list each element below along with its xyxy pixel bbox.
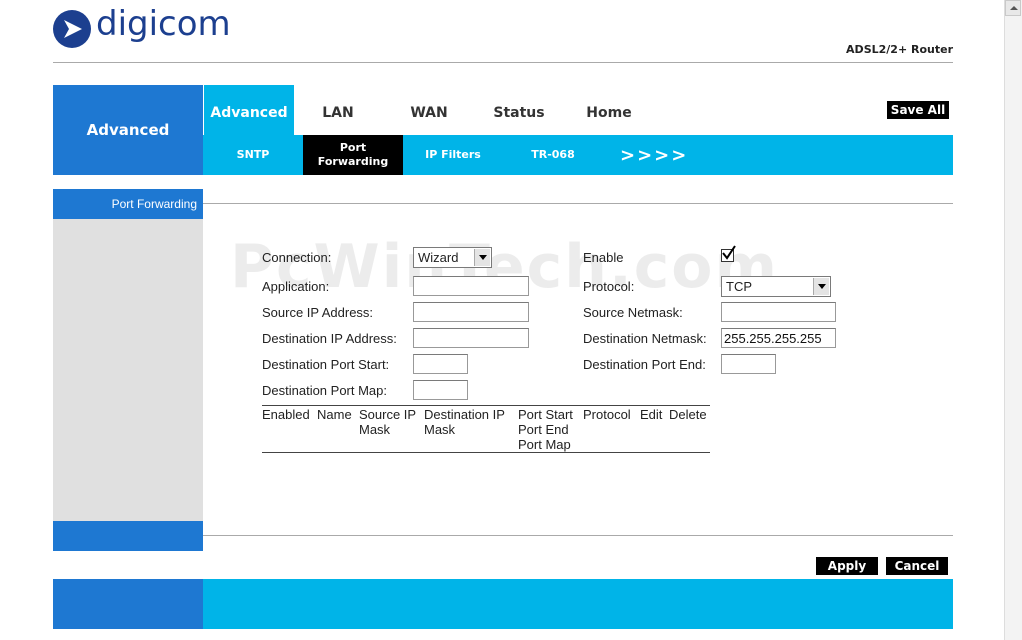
col-port-map-label: Port Map (518, 437, 571, 452)
enable-label: Enable (583, 250, 624, 265)
col-enabled: Enabled (262, 407, 310, 422)
connection-label: Connection: (262, 250, 332, 265)
col-dest-ip-label: Destination IP (424, 407, 505, 422)
content-bottom-divider (203, 535, 953, 536)
more-tabs-button[interactable]: >>>> (620, 135, 688, 175)
apply-button[interactable]: Apply (816, 557, 878, 575)
product-name: ADSL2/2+ Router (846, 43, 953, 56)
tab-wan[interactable]: WAN (390, 100, 468, 126)
tab-advanced[interactable]: Advanced (204, 85, 294, 135)
dest-port-start-input[interactable] (413, 354, 468, 374)
sidebar (53, 189, 203, 551)
vertical-scrollbar[interactable] (1004, 0, 1022, 640)
connection-select[interactable]: Wizard (413, 247, 492, 268)
col-dest-ip: Destination IP Mask (424, 407, 505, 437)
subtab-tr-068[interactable]: TR-068 (513, 135, 593, 175)
subtab-sntp[interactable]: SNTP (213, 135, 293, 175)
section-title: Advanced (53, 85, 203, 175)
dest-netmask-label: Destination Netmask: (583, 331, 707, 346)
subtab-ip-filters[interactable]: IP Filters (413, 135, 493, 175)
footer-bar (203, 579, 953, 629)
dest-port-map-input[interactable] (413, 380, 468, 400)
cancel-button[interactable]: Cancel (886, 557, 948, 575)
digicom-logo-icon (53, 10, 91, 48)
tab-status[interactable]: Status (480, 100, 558, 126)
dest-netmask-input[interactable] (721, 328, 836, 348)
col-protocol: Protocol (583, 407, 631, 422)
application-label: Application: (262, 279, 330, 294)
content-top-divider (203, 203, 953, 204)
col-ports: Port Start Port End Port Map (518, 407, 573, 452)
source-netmask-input[interactable] (721, 302, 836, 322)
col-source-ip-label: Source IP (359, 407, 417, 422)
scroll-up-icon[interactable] (1005, 0, 1021, 16)
chevron-down-icon (474, 249, 490, 266)
sidebar-item-port-forwarding[interactable]: Port Forwarding (53, 189, 203, 219)
table-top-rule (262, 405, 710, 406)
save-all-button[interactable]: Save All (887, 101, 949, 119)
application-input[interactable] (413, 276, 529, 296)
table-bottom-rule (262, 452, 710, 453)
header-divider (53, 62, 953, 63)
protocol-value: TCP (726, 279, 752, 294)
checkmark-icon (722, 245, 736, 260)
brand-logo-text: digicom (96, 4, 231, 44)
col-port-end-label: Port End (518, 422, 569, 437)
dest-port-end-label: Destination Port End: (583, 357, 706, 372)
col-name: Name (317, 407, 352, 422)
dest-ip-label: Destination IP Address: (262, 331, 397, 346)
dest-port-map-label: Destination Port Map: (262, 383, 388, 398)
dest-ip-input[interactable] (413, 328, 529, 348)
dest-port-end-input[interactable] (721, 354, 776, 374)
source-ip-label: Source IP Address: (262, 305, 374, 320)
col-delete: Delete (669, 407, 707, 422)
enable-checkbox[interactable] (721, 245, 736, 262)
tab-home[interactable]: Home (570, 100, 648, 126)
connection-value: Wizard (418, 250, 459, 265)
source-ip-input[interactable] (413, 302, 529, 322)
sidebar-footer (53, 521, 203, 551)
col-edit: Edit (640, 407, 663, 422)
col-source-ip: Source IP Mask (359, 407, 416, 437)
subtab-port-forwarding[interactable]: Port Forwarding (303, 135, 403, 175)
protocol-select[interactable]: TCP (721, 276, 831, 297)
chevron-down-icon (813, 278, 829, 295)
col-dest-mask-label: Mask (424, 422, 456, 437)
tab-lan[interactable]: LAN (300, 100, 376, 126)
col-source-mask-label: Mask (359, 422, 391, 437)
dest-port-start-label: Destination Port Start: (262, 357, 390, 372)
col-port-start-label: Port Start (518, 407, 573, 422)
protocol-label: Protocol: (583, 279, 635, 294)
footer-left-block (53, 579, 203, 629)
source-netmask-label: Source Netmask: (583, 305, 683, 320)
